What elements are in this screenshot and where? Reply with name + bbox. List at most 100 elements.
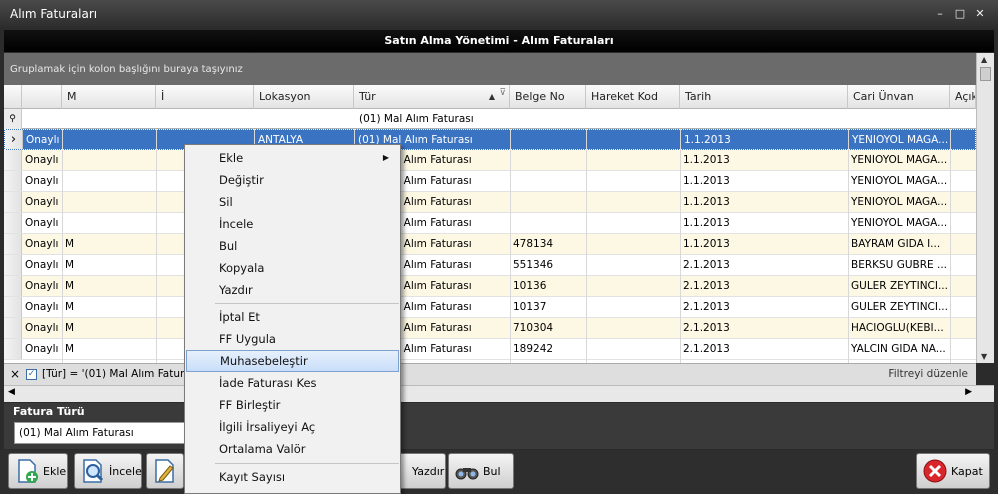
cell-belge: 189242 [513, 343, 554, 355]
menu-item-ortalama-valor[interactable]: Ortalama Valör [186, 438, 399, 460]
col-line [848, 129, 849, 363]
scroll-left-icon[interactable]: ◀ [8, 387, 15, 397]
header-i[interactable]: İ [156, 85, 254, 109]
cell-cari: YENIOYOL MAGA... [851, 154, 948, 166]
filter-expression: [Tür] = '(01) Mal Alım Faturası' [42, 368, 203, 380]
clear-filter-icon[interactable]: × [10, 367, 20, 381]
degistir-button[interactable] [146, 453, 184, 489]
table-row[interactable]: Onaylı M (01) Mal Alım Faturası 189242 2.1.2… [4, 339, 976, 360]
maximize-button[interactable]: □ [952, 6, 968, 22]
page-header: Satın Alma Yönetimi - Alım Faturaları [4, 30, 994, 52]
menu-item-ff-birlestir[interactable]: FF Birleştir [186, 394, 399, 416]
menu-item-kopyala[interactable]: Kopyala [186, 257, 399, 279]
cell-durum: Onaylı [25, 238, 59, 250]
scroll-down-icon[interactable]: ▼ [981, 352, 987, 361]
filter-tur-value[interactable]: (01) Mal Alım Faturası [356, 109, 506, 129]
menu-item-degistir[interactable]: Değiştir [186, 169, 399, 191]
table-row[interactable]: Onaylı (01) Mal Alım Faturası 1.1.2013 YENI… [4, 150, 976, 171]
cell-tarih: 1.1.2013 [683, 175, 730, 187]
menu-item-incele[interactable]: İncele [186, 213, 399, 235]
row-indicator [4, 171, 22, 191]
cell-durum: Onaylı [25, 154, 59, 166]
header-aciklama[interactable]: Açıkl [950, 85, 976, 109]
scroll-right-icon[interactable]: ▶ [965, 387, 972, 397]
yazdir-label: Yazdır [412, 465, 445, 478]
minimize-button[interactable]: – [932, 6, 948, 22]
menu-item-irsaliye-ac[interactable]: İlgili İrsaliyeyi Aç [186, 416, 399, 438]
cell-belge: 710304 [513, 322, 554, 334]
edit-document-icon [155, 459, 174, 483]
header-tarih[interactable]: Tarih [680, 85, 848, 109]
menu-item-bul[interactable]: Bul [186, 235, 399, 257]
menu-item-muhasebelestir[interactable]: Muhasebeleştir [186, 350, 399, 372]
header-durum[interactable] [22, 85, 62, 109]
table-row[interactable]: Onaylı M (01) Mal Alım Faturası 710304 2.1.2… [4, 318, 976, 339]
menu-item-iade-faturasi[interactable]: İade Faturası Kes [186, 372, 399, 394]
table-row[interactable]: Onaylı (01) Mal Alım Faturası 1.1.2013 YENI… [4, 213, 976, 234]
col-line [62, 129, 63, 363]
cell-belge [510, 213, 586, 234]
col-line [586, 129, 587, 363]
filter-enable-checkbox[interactable]: ✓ [26, 369, 37, 380]
header-cari-unvan[interactable]: Cari Ünvan [848, 85, 950, 109]
edit-filter-link[interactable]: Filtreyi düzenle [888, 368, 968, 380]
scroll-thumb[interactable] [980, 67, 991, 81]
incele-button[interactable]: İncele [74, 453, 142, 489]
menu-item-ekle[interactable]: Ekle ▶ [186, 147, 399, 169]
add-document-icon [18, 459, 38, 483]
invoice-grid[interactable]: M İ Lokasyon Tür ▲ ⊽ Belge No Hareket Ko… [4, 85, 976, 363]
fatura-turu-panel: Fatura Türü (01) Mal Alım Faturası [4, 403, 994, 449]
table-row[interactable]: Onaylı (01) Mal Alım Faturası 1.1.2013 YENI… [4, 171, 976, 192]
horizontal-scrollbar[interactable]: ◀ ▶ [4, 385, 994, 402]
table-row[interactable]: › Onaylı ANTALYA (01) Mal Alım Faturası 1.1.… [4, 129, 976, 150]
table-row[interactable]: Onaylı M (01) Mal Alım Faturası 10136 2.1.20… [4, 276, 976, 297]
fatura-turu-select[interactable]: (01) Mal Alım Faturası [14, 422, 186, 444]
table-row[interactable]: Onaylı M (01) Mal Alım Faturası 478134 1.1.2… [4, 234, 976, 255]
cell-durum: Onaylı [25, 259, 59, 271]
menu-item-ff-uygula[interactable]: FF Uygula [186, 328, 399, 350]
active-filter-bar: × ✓ [Tür] = '(01) Mal Alım Faturası' Fil… [4, 363, 976, 385]
group-by-panel[interactable]: Gruplamak için kolon başlığını buraya ta… [4, 53, 976, 85]
table-row[interactable]: Onaylı M (01) Mal Alım Faturası 551346 2.1.2… [4, 255, 976, 276]
vertical-scrollbar[interactable]: ▲ ▼ [976, 53, 994, 363]
filter-icon[interactable]: ⊽ [499, 85, 506, 105]
menu-item-kayit-sayisi[interactable]: Kayıt Sayısı [186, 466, 399, 488]
ekle-button[interactable]: Ekle [8, 453, 68, 489]
table-row[interactable]: Onaylı M (01) Mal Alım Faturası 10137 2.1.20… [4, 297, 976, 318]
auto-filter-row[interactable]: ⚲ (01) Mal Alım Faturası [4, 109, 976, 129]
header-lokasyon[interactable]: Lokasyon [254, 85, 354, 109]
col-line [680, 129, 681, 363]
incele-label: İncele [109, 465, 142, 478]
cell-m: M [65, 343, 75, 355]
cell-belge: 478134 [513, 238, 554, 250]
col-line [510, 129, 511, 363]
table-row[interactable]: Onaylı (01) Mal Alım Faturası 1.1.2013 YENI… [4, 192, 976, 213]
menu-item-sil[interactable]: Sil [186, 191, 399, 213]
scroll-up-icon[interactable]: ▲ [981, 55, 987, 64]
cell-belge [510, 150, 586, 171]
cell-durum: Onaylı [25, 175, 59, 187]
header-belge-no[interactable]: Belge No [510, 85, 586, 109]
cell-cari: YALCIN GIDA NA... [851, 343, 946, 355]
context-menu: Ekle ▶ Değiştir Sil İncele Bul Kopyala Ya… [184, 144, 401, 494]
binoculars-icon [455, 468, 479, 480]
cell-durum: Onaylı [25, 280, 59, 292]
header-m[interactable]: M [62, 85, 156, 109]
yazdir-button[interactable]: Yazdır [398, 453, 446, 489]
header-tur[interactable]: Tür ▲ ⊽ [354, 85, 510, 109]
cell-tarih: 1.1.2013 [683, 238, 730, 250]
kapat-button[interactable]: Kapat [916, 453, 990, 489]
cell-cari: YENIOYOL MAGA... [851, 217, 948, 229]
header-hareket-kod[interactable]: Hareket Kod [586, 85, 680, 109]
cell-m: M [65, 238, 75, 250]
bul-button[interactable]: Bul [448, 453, 514, 489]
cell-m [62, 171, 156, 192]
cell-durum: Onaylı [25, 301, 59, 313]
row-indicator: › [5, 130, 23, 149]
magnifier-icon [83, 459, 104, 483]
close-button[interactable]: ✕ [972, 6, 988, 22]
cell-tarih: 2.1.2013 [683, 259, 730, 271]
menu-item-yazdir[interactable]: Yazdır [186, 279, 399, 301]
menu-item-iptal-et[interactable]: İptal Et [186, 306, 399, 328]
cell-tarih: 1.1.2013 [684, 134, 731, 146]
